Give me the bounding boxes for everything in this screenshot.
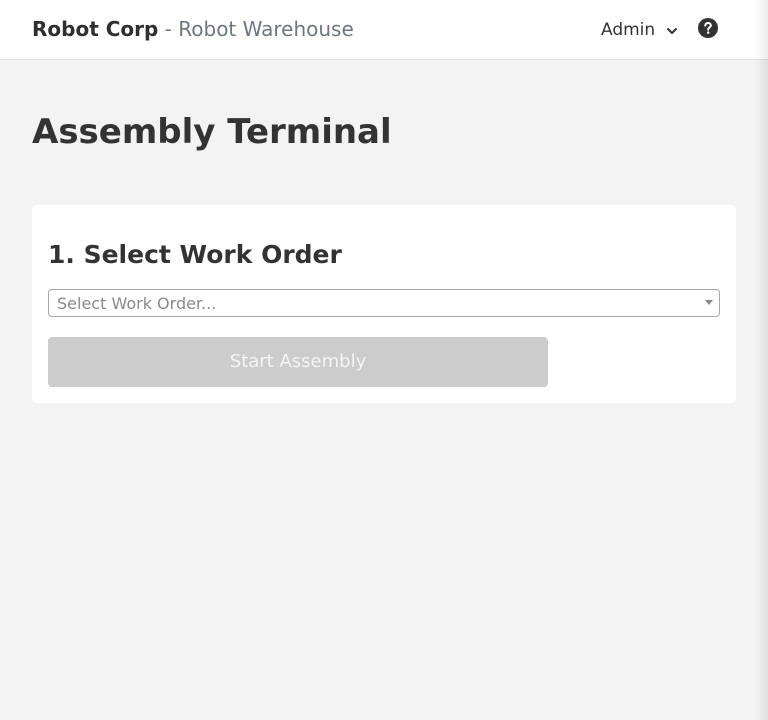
right-edge-shadow [754,0,768,720]
company-name: Robot Corp [32,17,159,41]
page-title: Assembly Terminal [32,112,392,152]
app-name: Robot Warehouse [178,17,354,41]
top-navbar: Robot Corp - Robot Warehouse Admin [0,0,768,60]
card-title: 1. Select Work Order [48,240,342,269]
brand-separator: - [158,17,179,41]
work-order-card: 1. Select Work Order Select Work Order..… [32,205,736,403]
dropdown-arrow-icon [705,300,713,305]
work-order-select[interactable]: Select Work Order... [48,289,720,317]
user-menu-dropdown[interactable]: Admin [601,18,679,42]
user-name: Admin [601,20,656,40]
chevron-down-icon [665,23,679,37]
select-placeholder: Select Work Order... [57,294,217,313]
start-assembly-button[interactable]: Start Assembly [48,337,548,387]
brand[interactable]: Robot Corp - Robot Warehouse [32,17,354,41]
question-circle-icon[interactable] [698,18,718,38]
